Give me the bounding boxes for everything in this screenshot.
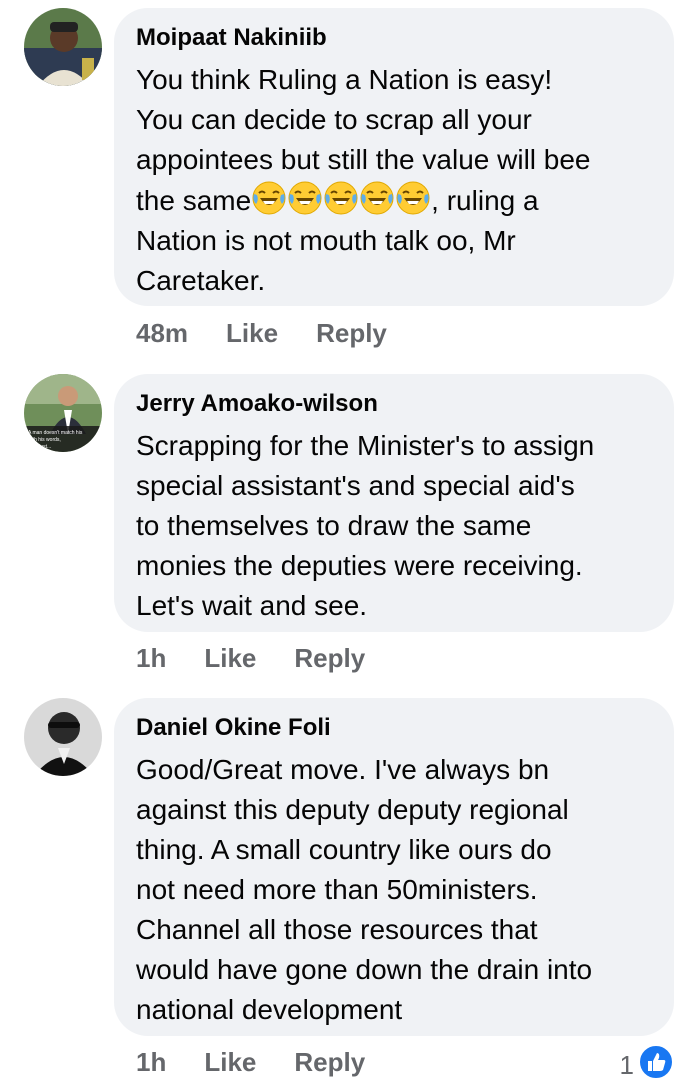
comment-line: special assistant's and special aid's bbox=[136, 470, 575, 501]
comment-text: You think Ruling a Nation is easy! You c… bbox=[136, 60, 666, 301]
like-button[interactable]: Like bbox=[226, 318, 278, 349]
comment-line: to themselves to draw the same bbox=[136, 510, 532, 541]
comment-timestamp[interactable]: 48m bbox=[136, 318, 188, 349]
comment-line: You can decide to scrap all your bbox=[136, 104, 532, 135]
comment-line: Let's wait and see. bbox=[136, 590, 368, 621]
comment-actions: 1h Like Reply bbox=[136, 643, 365, 674]
comment-line: would have gone down the drain into bbox=[136, 954, 593, 985]
comment-line: against this deputy deputy regional bbox=[136, 794, 569, 825]
reply-button[interactable]: Reply bbox=[316, 318, 387, 349]
comment-actions: 1h Like Reply bbox=[136, 1047, 365, 1078]
laughing-tears-emoji-icon bbox=[359, 181, 395, 216]
laughing-tears-emoji-icon bbox=[287, 181, 323, 216]
comment-line: You think Ruling a Nation is easy! bbox=[136, 64, 553, 95]
avatar[interactable] bbox=[24, 8, 102, 86]
avatar[interactable] bbox=[24, 698, 102, 776]
reaction-count: 1 bbox=[619, 1050, 634, 1080]
reply-button[interactable]: Reply bbox=[294, 643, 365, 674]
comment-line: thing. A small country like ours do bbox=[136, 834, 552, 865]
comment-timestamp[interactable]: 1h bbox=[136, 643, 166, 674]
like-button[interactable]: Like bbox=[204, 643, 256, 674]
avatar-caption-line-1: A man doesn't match his bbox=[28, 430, 83, 436]
comment-bubble: Jerry Amoako-wilson Scrapping for the Mi… bbox=[114, 374, 674, 632]
laughing-tears-emoji-icon bbox=[323, 181, 359, 216]
comment-bubble: Moipaat Nakiniib You think Ruling a Nati… bbox=[114, 8, 674, 306]
comment-line: Channel all those resources that bbox=[136, 914, 538, 945]
like-button[interactable]: Like bbox=[204, 1047, 256, 1078]
comment-line: Scrapping for the Minister's to assign bbox=[136, 430, 595, 461]
commenter-name[interactable]: Daniel Okine Foli bbox=[136, 714, 331, 742]
laughing-tears-emoji-icon bbox=[395, 181, 431, 216]
reaction-summary[interactable]: 1 bbox=[620, 1044, 674, 1087]
comment-line: not need more than 50ministers. bbox=[136, 874, 538, 905]
reply-button[interactable]: Reply bbox=[294, 1047, 365, 1078]
comment-line-with-emoji: the same , ruling a bbox=[136, 180, 666, 221]
avatar-caption-line-2: with his words, bbox=[28, 437, 61, 443]
comment-line: national development bbox=[136, 994, 403, 1025]
comment-text: Scrapping for the Minister's to assign s… bbox=[136, 426, 666, 626]
commenter-name[interactable]: Jerry Amoako-wilson bbox=[136, 390, 378, 418]
comment-actions: 48m Like Reply bbox=[136, 318, 387, 349]
comment-line: Caretaker. bbox=[136, 265, 266, 296]
comment-timestamp[interactable]: 1h bbox=[136, 1047, 166, 1078]
comment-line: monies the deputies were receiving. bbox=[136, 550, 583, 581]
comment-bubble: Daniel Okine Foli Good/Great move. I've … bbox=[114, 698, 674, 1036]
comment-line: Good/Great move. I've always bn bbox=[136, 754, 550, 785]
commenter-name[interactable]: Moipaat Nakiniib bbox=[136, 24, 327, 52]
avatar-caption-line-3: He's just... bbox=[28, 444, 51, 450]
comment-line: the same bbox=[136, 185, 252, 216]
comment-text: Good/Great move. I've always bn against … bbox=[136, 750, 666, 1030]
comment-line: appointees but still the value will bee bbox=[136, 144, 591, 175]
comment-line: , ruling a bbox=[431, 185, 539, 216]
laughing-tears-emoji-icon bbox=[251, 181, 287, 216]
avatar[interactable]: A man doesn't match his with his words, … bbox=[24, 374, 102, 452]
comment-line: Nation is not mouth talk oo, Mr bbox=[136, 225, 516, 256]
thumbs-up-icon bbox=[638, 1044, 674, 1087]
